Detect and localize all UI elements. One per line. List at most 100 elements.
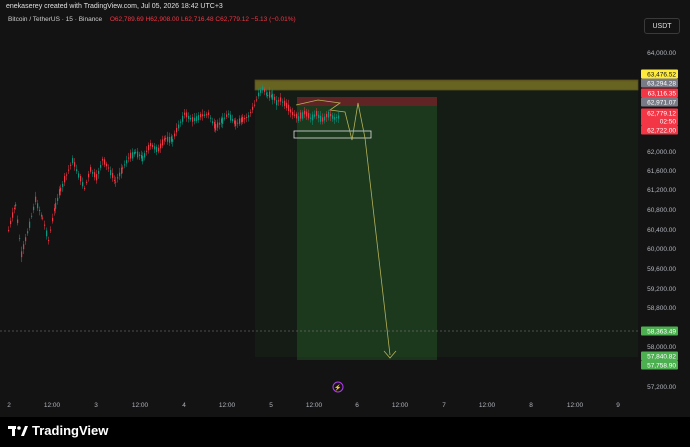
candle-body (282, 101, 284, 103)
symbol-name[interactable]: Bitcoin / TetherUS · 15 · Binance (8, 16, 102, 23)
candle-body (64, 176, 66, 183)
time-tick-label: 5 (269, 402, 273, 409)
candle-body (90, 167, 92, 172)
time-tick-label: 8 (529, 402, 533, 409)
candle-body (144, 153, 146, 158)
stop-loss-zone[interactable] (297, 97, 437, 106)
candle-body (215, 124, 217, 131)
time-axis: 2 12:00 3 12:00 4 12:00 5 12:00 6 12:00 7 12:00 8 12:… (7, 402, 620, 409)
time-tick-label: 2 (7, 402, 11, 409)
price-badge-label: 62,971.07 (647, 99, 676, 106)
candle-body (96, 174, 98, 181)
candle-body (260, 89, 262, 93)
candle-body (237, 122, 239, 124)
candle-body (269, 91, 271, 98)
candle-body (226, 114, 228, 117)
candle-body (152, 144, 154, 148)
candle-body (252, 106, 254, 110)
candle-body (46, 230, 48, 237)
time-tick-label: 12:00 (306, 402, 323, 409)
candle-body (180, 121, 182, 123)
candle-body (190, 117, 192, 120)
price-badge-label: 02:50 (660, 118, 677, 125)
candle-body (62, 183, 64, 187)
price-badge: 63,116.35 (641, 88, 678, 98)
candle-body (146, 150, 148, 152)
price-badge-label: 63,294.28 (647, 80, 676, 87)
ohlc-change: −5.13 (−0.01%) (250, 16, 296, 23)
candle-body (224, 117, 226, 119)
candle-body (102, 158, 104, 161)
candle-body (286, 102, 288, 108)
candle-body (52, 217, 54, 222)
candle-body (94, 172, 96, 178)
price-tick-label: 61,200.00 (647, 187, 676, 194)
candle-body (302, 112, 304, 119)
bolt-icon: ⚡ (334, 384, 341, 392)
candle-body (124, 164, 126, 166)
candle-body (112, 172, 114, 178)
candle-body (66, 174, 68, 176)
candle-body (121, 167, 123, 174)
candle-body (55, 202, 57, 209)
candle-body (182, 115, 184, 122)
candle-body (12, 212, 14, 218)
candle-body (316, 111, 318, 116)
candle-body (174, 133, 176, 137)
candle-body (110, 170, 112, 176)
candle-body (284, 100, 286, 106)
candle-body (274, 96, 276, 101)
brand-name: TradingView (32, 423, 109, 438)
candle-body (304, 110, 306, 115)
currency-button[interactable]: USDT (644, 18, 680, 34)
price-badge-label: 57,840.82 (647, 353, 676, 360)
time-tick-label: 12:00 (479, 402, 496, 409)
candle-body (188, 115, 190, 119)
candle-body (208, 112, 210, 115)
candle-body (37, 203, 39, 209)
candle-body (150, 143, 152, 147)
candle-body (21, 251, 23, 258)
candle-body (169, 137, 171, 143)
time-tick-label: 12:00 (219, 402, 236, 409)
time-tick-label: 9 (616, 402, 620, 409)
candle-body (158, 147, 160, 152)
candle-body (48, 239, 50, 241)
time-tick-label: 3 (94, 402, 98, 409)
candle-body (31, 215, 33, 217)
price-tick-label: 59,600.00 (647, 266, 676, 273)
candle-body (246, 117, 248, 119)
candle-body (228, 113, 230, 116)
price-badge: 62,722.00 (641, 125, 678, 135)
chart-canvas[interactable]: 64,000.00 62,000.00 61,600.00 61,200.00 60,8… (0, 0, 690, 417)
price-tick-label: 58,800.00 (647, 305, 676, 312)
tradingview-logo[interactable]: TradingView (8, 423, 108, 438)
candle-body (162, 139, 164, 146)
candle-body (290, 109, 292, 113)
candle-body (258, 92, 260, 97)
candle-body (82, 182, 84, 187)
time-tick-label: 7 (442, 402, 446, 409)
candle-body (39, 209, 41, 212)
price-badge: 58,363.49 (641, 326, 678, 336)
candle-body (42, 217, 44, 219)
resistance-zone[interactable] (254, 79, 639, 91)
candle-body (192, 117, 194, 122)
candle-body (92, 172, 94, 174)
candle-body (98, 170, 100, 174)
candle-body (212, 121, 214, 124)
candle-body (130, 152, 132, 159)
candle-body (137, 151, 139, 158)
price-badge-label: 58,363.49 (647, 328, 676, 335)
candle-body (219, 122, 221, 125)
candle-body (318, 114, 320, 119)
candle-body (15, 204, 17, 207)
candle-body (186, 112, 188, 118)
candle-body (200, 113, 202, 118)
candle-body (334, 117, 336, 120)
candle-body (148, 144, 150, 151)
candle-body (86, 181, 88, 183)
take-profit-zone[interactable] (297, 106, 437, 360)
candle-body (232, 118, 234, 122)
candle-body (154, 146, 156, 150)
